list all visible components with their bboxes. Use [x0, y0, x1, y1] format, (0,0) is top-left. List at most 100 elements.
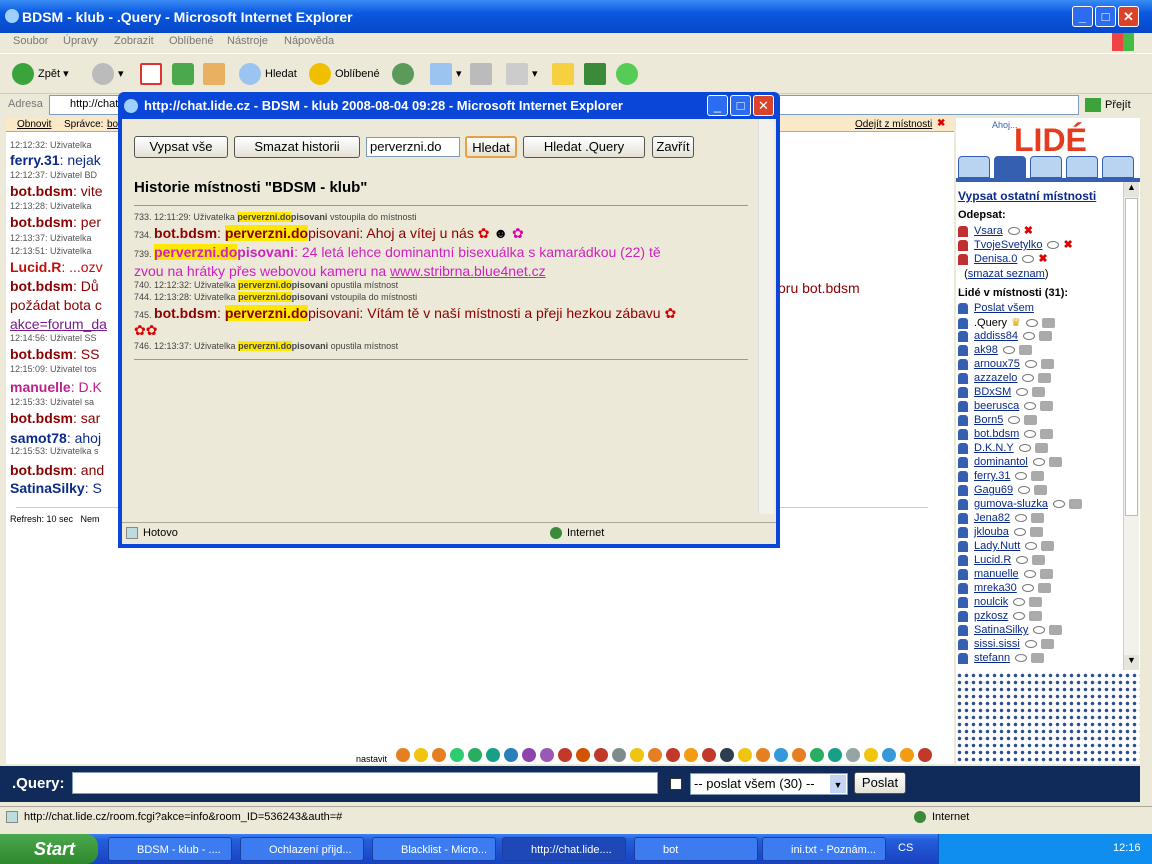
message-bubble-icon[interactable]: [1008, 416, 1021, 425]
chat-nick[interactable]: SatinaSilky: [10, 480, 85, 496]
user-link[interactable]: azzazelo: [974, 372, 1017, 384]
refresh-link[interactable]: Obnovit: [17, 119, 51, 130]
smiley-icon[interactable]: [702, 748, 716, 762]
close-button[interactable]: ✕: [1118, 6, 1139, 27]
smiley-icon[interactable]: [450, 748, 464, 762]
chat-nick[interactable]: bot.bdsm: [10, 214, 73, 230]
smiley-icon[interactable]: [558, 748, 572, 762]
smiley-icon[interactable]: [720, 748, 734, 762]
smiley-icon[interactable]: [738, 748, 752, 762]
webcam-icon[interactable]: [1038, 373, 1052, 384]
smiley-icon[interactable]: [756, 748, 770, 762]
webcam-icon[interactable]: [1029, 527, 1043, 538]
user-link[interactable]: bot.bdsm: [974, 428, 1019, 440]
popup-minimize-button[interactable]: _: [707, 95, 728, 116]
smiley-icon[interactable]: [810, 748, 824, 762]
chat-nick[interactable]: samot78: [10, 430, 67, 446]
start-button[interactable]: Start: [0, 834, 98, 864]
chat-nick[interactable]: bot.bdsm: [10, 346, 73, 362]
smiley-icon[interactable]: [522, 748, 536, 762]
taskbar-item[interactable]: Ochlazení přijd...: [240, 837, 364, 861]
smiley-icon[interactable]: [396, 748, 410, 762]
refresh-button[interactable]: [172, 62, 198, 86]
message-bubble-icon[interactable]: [1025, 542, 1038, 551]
smiley-icon[interactable]: [576, 748, 590, 762]
taskbar-item[interactable]: ini.txt - Poznám...: [762, 837, 886, 861]
user-link[interactable]: ferry.31: [974, 470, 1010, 482]
ad-link[interactable]: www.stribrna.blue4net.cz: [390, 263, 546, 279]
mail-button[interactable]: ▾: [430, 62, 462, 86]
notes-button[interactable]: [552, 62, 578, 86]
hearts-icon[interactable]: [1066, 156, 1098, 178]
user-link[interactable]: D.K.N.Y: [974, 442, 1014, 454]
taskbar-item[interactable]: Blacklist - Micro...: [372, 837, 496, 861]
scroll-up-arrow-icon[interactable]: ▲: [1124, 182, 1139, 197]
edit-button[interactable]: ▾: [506, 62, 538, 86]
smiley-icon[interactable]: [630, 748, 644, 762]
message-bubble-icon[interactable]: [1024, 430, 1037, 439]
popup-close-button[interactable]: ✕: [753, 95, 774, 116]
forward-button[interactable]: ▾: [92, 62, 124, 86]
print-button[interactable]: [470, 62, 496, 86]
list-rooms-link[interactable]: Vypsat ostatní místnosti: [958, 189, 1096, 203]
search-query-button[interactable]: Hledat .Query: [523, 136, 645, 158]
user-link[interactable]: dominantol: [974, 456, 1028, 468]
webcam-icon[interactable]: [1032, 555, 1046, 566]
popup-maximize-button[interactable]: □: [730, 95, 751, 116]
private-checkbox[interactable]: [670, 778, 682, 790]
webcam-icon[interactable]: [1029, 597, 1043, 608]
user-link[interactable]: sissi.sissi: [974, 638, 1020, 650]
webcam-icon[interactable]: [1068, 499, 1082, 510]
smiley-settings-link[interactable]: nastavit: [356, 754, 387, 764]
smiley-icon[interactable]: [414, 748, 428, 762]
message-bubble-icon[interactable]: [1002, 346, 1015, 355]
user-link[interactable]: arnoux75: [974, 358, 1020, 370]
smiley-icon[interactable]: [666, 748, 680, 762]
clear-list-link[interactable]: smazat seznam: [968, 268, 1045, 280]
user-link[interactable]: Lady.Nutt: [974, 540, 1020, 552]
message-bubble-icon[interactable]: [1021, 584, 1034, 593]
user-link[interactable]: Jena82: [974, 512, 1010, 524]
webcam-icon[interactable]: [1041, 318, 1055, 329]
message-bubble-icon[interactable]: [1007, 227, 1020, 236]
message-bubble-icon[interactable]: [1047, 241, 1060, 250]
message-bubble-icon[interactable]: [1016, 556, 1029, 565]
recipient-select[interactable]: -- poslat všem (30) -- ▼: [690, 773, 848, 795]
webcam-icon[interactable]: [1040, 639, 1054, 650]
message-bubble-icon[interactable]: [1018, 486, 1031, 495]
chat-nick[interactable]: Lucid.R: [10, 259, 61, 275]
remove-x-icon[interactable]: ✖: [1024, 225, 1033, 237]
webcam-icon[interactable]: [1031, 471, 1045, 482]
list-all-button[interactable]: Vypsat vše: [134, 136, 228, 158]
stop-button[interactable]: [140, 62, 166, 86]
webcam-icon[interactable]: [1039, 569, 1053, 580]
message-bubble-icon[interactable]: [1024, 360, 1037, 369]
message-bubble-icon[interactable]: [1025, 319, 1038, 328]
taskbar-item[interactable]: BDSM - klub - ....: [108, 837, 232, 861]
taskbar-item[interactable]: bot: [634, 837, 758, 861]
chat-nick[interactable]: bot.bdsm: [10, 183, 73, 199]
webcam-icon[interactable]: [1040, 429, 1054, 440]
send-button[interactable]: Poslat: [854, 772, 906, 794]
message-bubble-icon[interactable]: [1033, 626, 1046, 635]
smiley-icon[interactable]: [540, 748, 554, 762]
close-x-icon[interactable]: ✖: [937, 118, 945, 129]
scroll-down-arrow-icon[interactable]: ▼: [1124, 655, 1139, 670]
remove-x-icon[interactable]: ✖: [1038, 253, 1047, 265]
home-button[interactable]: [203, 62, 229, 86]
chat-nick[interactable]: ferry.31: [10, 152, 60, 168]
message-bubble-icon[interactable]: [1015, 654, 1028, 663]
send-all-link[interactable]: Poslat všem: [974, 302, 1034, 314]
smiley-icon[interactable]: [846, 748, 860, 762]
search-input[interactable]: perverzni.do: [366, 137, 460, 157]
message-bubble-icon[interactable]: [1022, 255, 1035, 264]
smiley-icon[interactable]: [882, 748, 896, 762]
remove-x-icon[interactable]: ✖: [1063, 239, 1072, 251]
smiley-icon[interactable]: [648, 748, 662, 762]
webcam-icon[interactable]: [1040, 401, 1054, 412]
chat-link[interactable]: akce=forum_da: [10, 316, 107, 332]
clear-history-button[interactable]: Smazat historii: [234, 136, 360, 158]
settings-icon[interactable]: [1030, 156, 1062, 178]
chat-nick[interactable]: bot.bdsm: [10, 410, 73, 426]
user-link[interactable]: Gagu69: [974, 484, 1013, 496]
